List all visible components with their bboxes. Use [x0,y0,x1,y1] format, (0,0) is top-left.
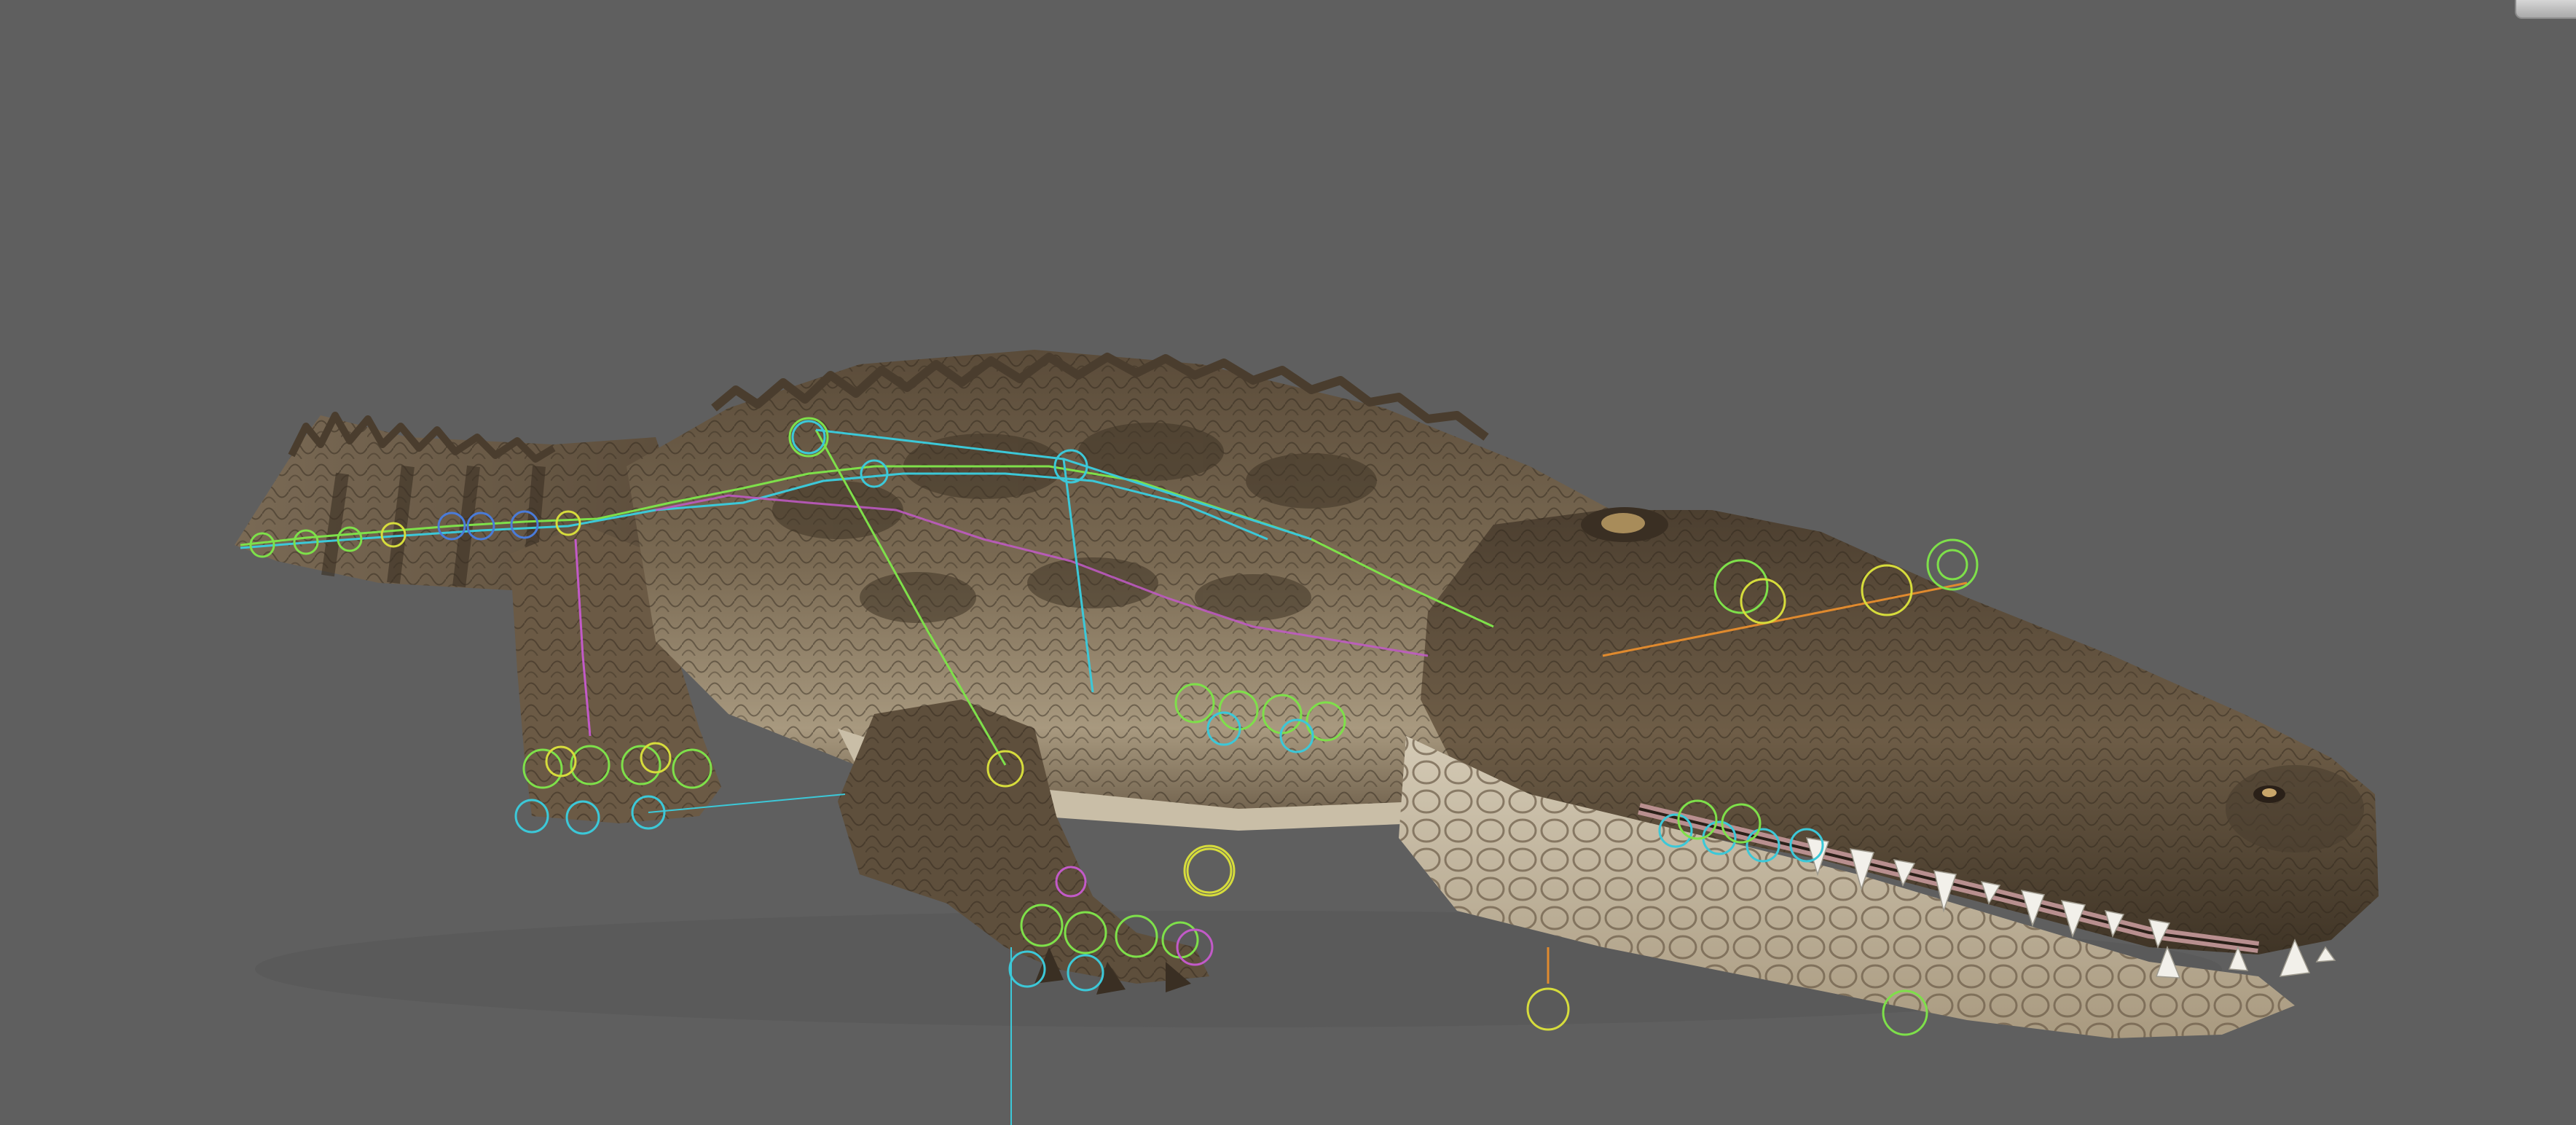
crocodile-eye [1581,507,1668,542]
crocodile-model[interactable] [0,0,2576,1125]
crocodile-eye-far [2253,785,2285,803]
3d-viewport[interactable] [0,0,2576,1125]
view-cube-icon[interactable] [2515,0,2576,19]
